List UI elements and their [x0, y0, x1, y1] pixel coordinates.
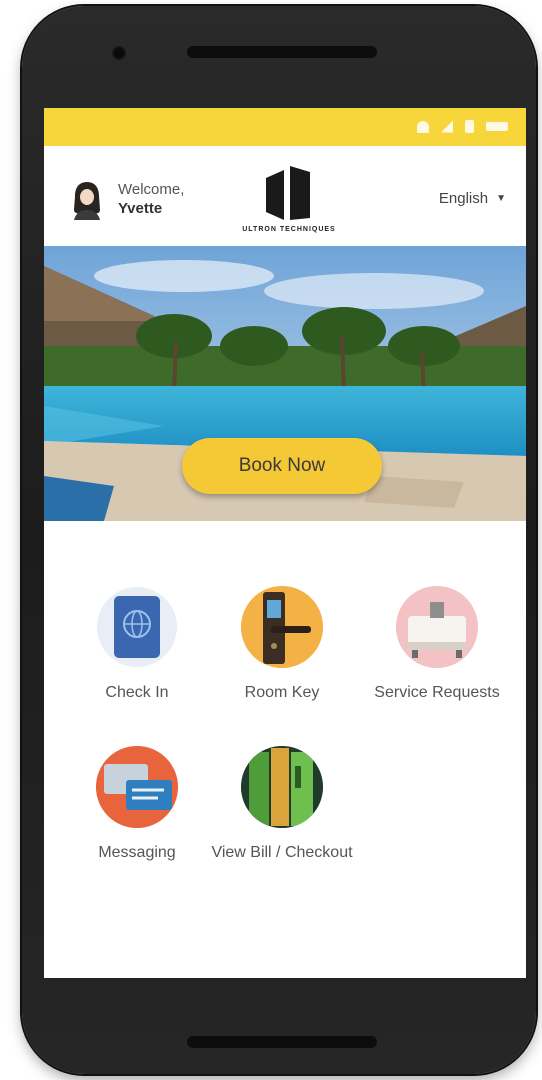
door-lock-icon: [241, 586, 323, 668]
user-name: Yvette: [118, 200, 163, 217]
language-label: English: [438, 190, 489, 207]
menu-item-label: Room Key: [244, 684, 320, 701]
menu-item-check-in[interactable]: Check In: [62, 586, 212, 704]
credit-card-icon: [241, 746, 323, 828]
menu-item-label: Messaging: [98, 844, 176, 861]
brand-logo: ULTRON TECHNIQUES: [219, 166, 359, 238]
bottom-speaker: [187, 1036, 377, 1048]
wifi-icon: [417, 120, 429, 133]
menu-item-label: View Bill / Checkout: [211, 844, 353, 861]
menu-item-room-key[interactable]: Room Key: [207, 586, 357, 704]
welcome-text: Welcome,: [118, 181, 185, 198]
earpiece-speaker: [187, 46, 377, 58]
book-now-button[interactable]: Book Now: [182, 438, 382, 494]
language-selector[interactable]: English ▼: [439, 190, 506, 207]
clock-icon: [486, 122, 508, 131]
menu-item-view-bill-checkout[interactable]: View Bill / Checkout: [207, 746, 357, 864]
status-bar: [44, 108, 526, 146]
ultron-logo-icon: [266, 166, 310, 220]
app-screen: Welcome, Yvette ULTRON TECHNIQUES Englis…: [44, 108, 526, 978]
menu-item-messaging[interactable]: Messaging: [62, 746, 212, 864]
chevron-down-icon: ▼: [496, 193, 506, 204]
app-header: Welcome, Yvette ULTRON TECHNIQUES Englis…: [44, 146, 526, 246]
chat-bubbles-icon: [96, 746, 178, 828]
status-icons: [417, 120, 508, 133]
phone-frame: Welcome, Yvette ULTRON TECHNIQUES Englis…: [22, 6, 536, 1074]
logo-text: ULTRON TECHNIQUES: [242, 226, 336, 233]
passport-icon: [96, 586, 178, 668]
signal-icon: [441, 120, 453, 133]
battery-icon: [465, 120, 474, 133]
service-bell-icon: [396, 586, 478, 668]
user-avatar-icon[interactable]: [70, 180, 104, 220]
front-camera: [112, 46, 126, 60]
menu-item-label: Check In: [105, 684, 169, 701]
hero-banner: Book Now: [44, 246, 526, 521]
menu-item-service-requests[interactable]: Service Requests: [362, 586, 512, 704]
menu-item-label: Service Requests: [374, 684, 500, 701]
